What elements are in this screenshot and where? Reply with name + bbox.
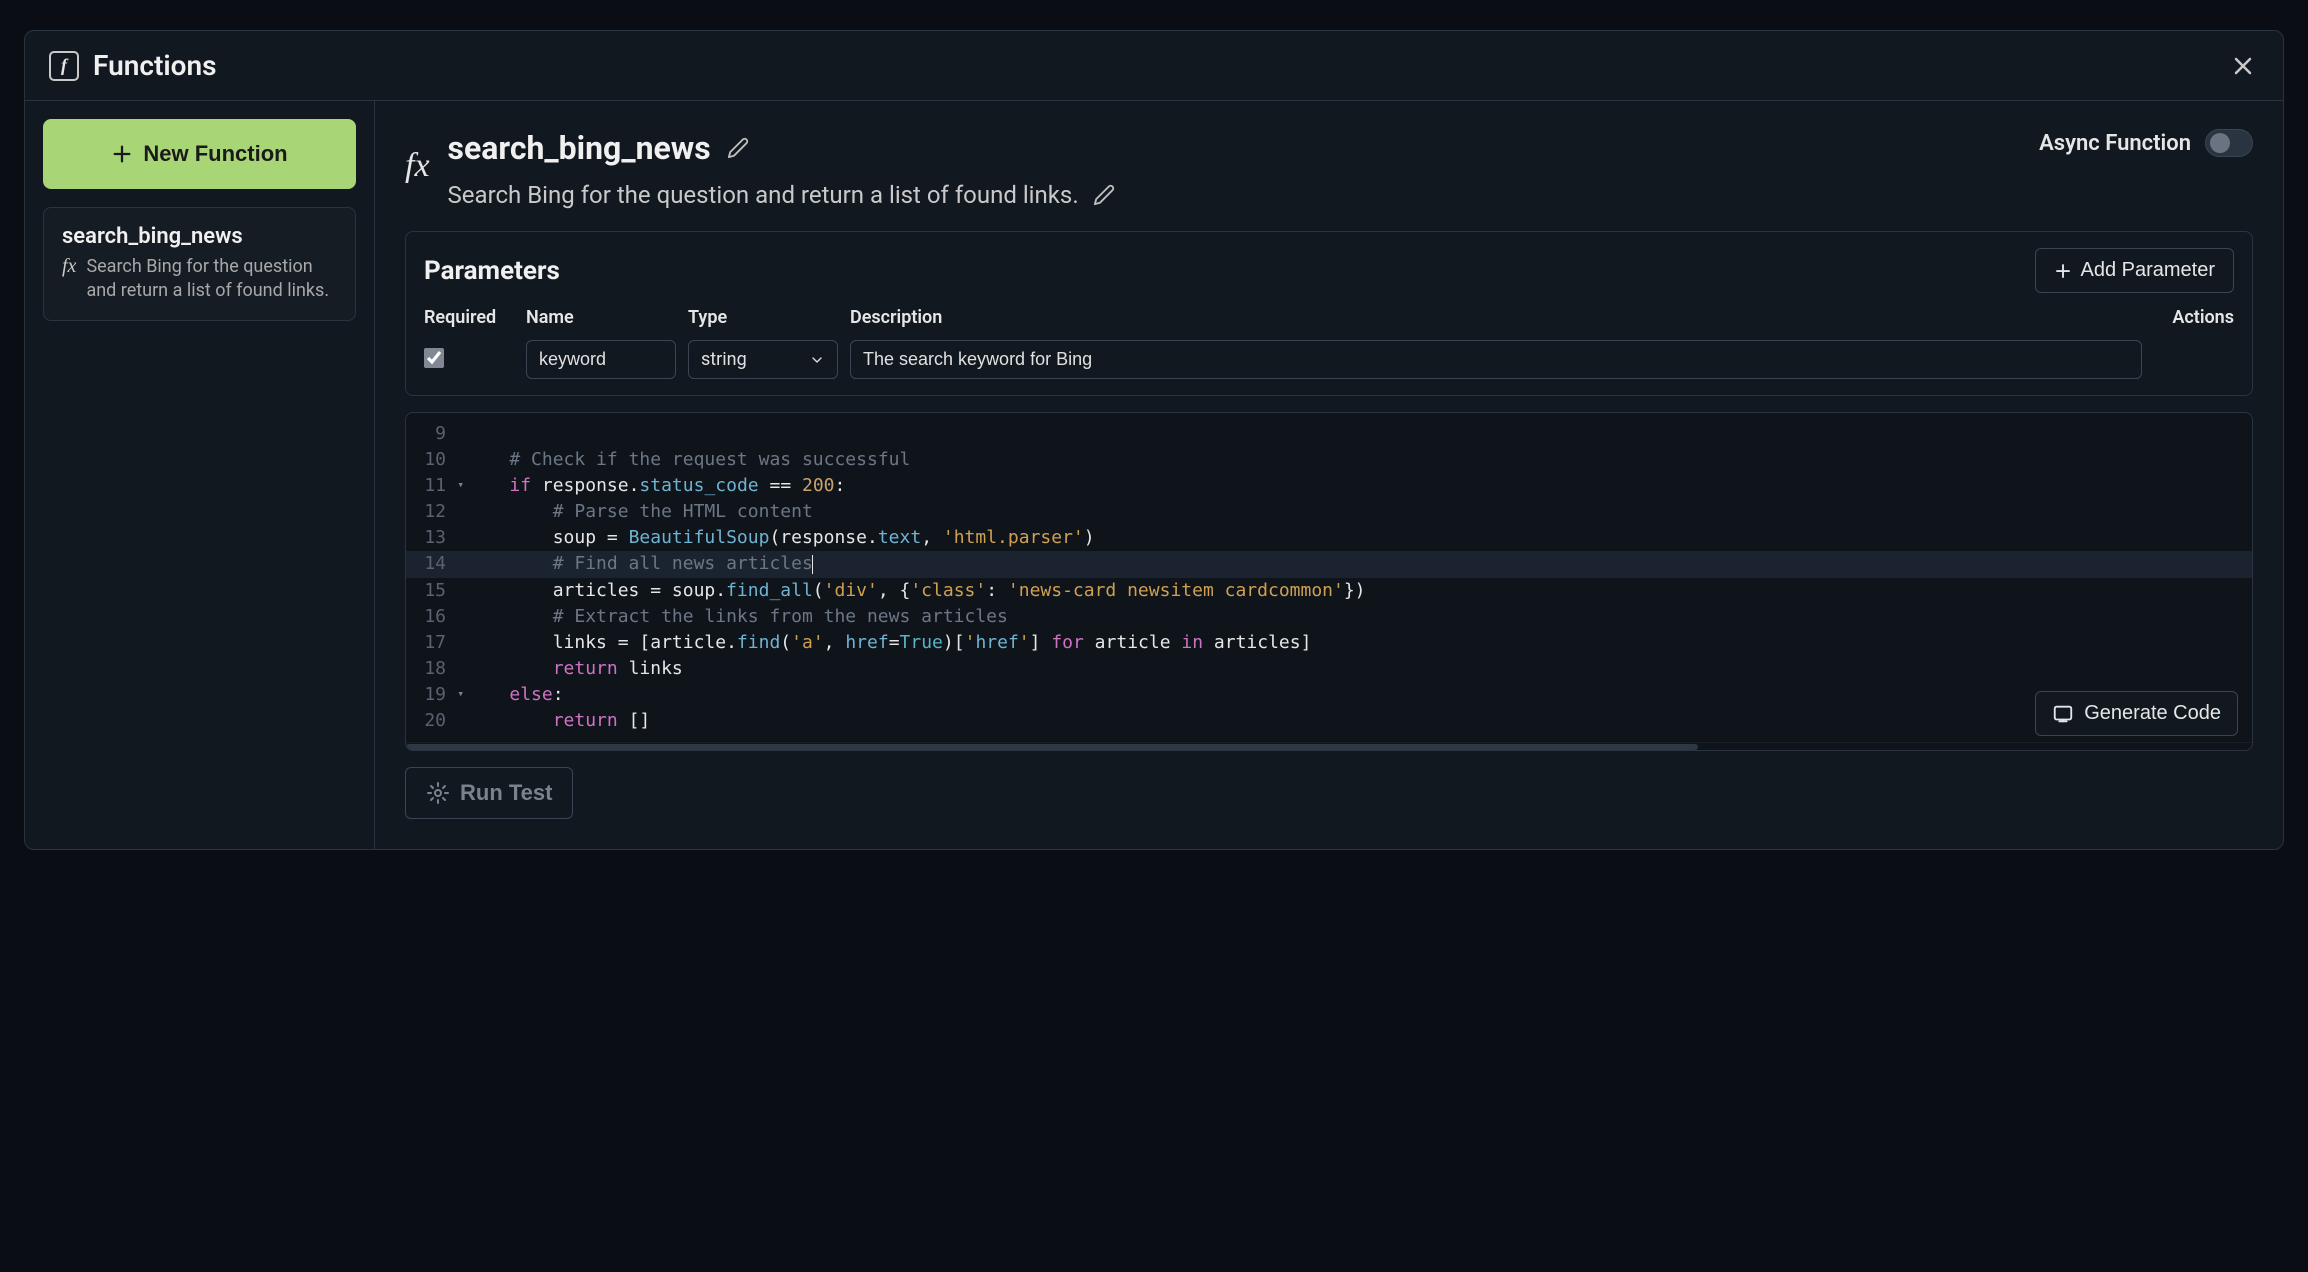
- pencil-icon: [1093, 184, 1115, 206]
- code-line[interactable]: 13 soup = BeautifulSoup(response.text, '…: [406, 525, 2252, 551]
- pencil-icon: [727, 137, 749, 159]
- close-icon: [2231, 54, 2255, 78]
- param-required-checkbox[interactable]: [424, 348, 444, 368]
- async-function-label: Async Function: [2039, 131, 2191, 156]
- new-function-label: New Function: [143, 141, 287, 167]
- code-editor[interactable]: 910 # Check if the request was successfu…: [405, 412, 2253, 751]
- code-line[interactable]: 20 return []: [406, 708, 2252, 734]
- function-item-description: Search Bing for the question and return …: [86, 255, 337, 304]
- code-line[interactable]: 9: [406, 421, 2252, 447]
- scrollbar-thumb[interactable]: [406, 744, 1698, 750]
- column-actions: Actions: [2154, 307, 2234, 328]
- parameters-title: Parameters: [424, 256, 560, 286]
- code-line[interactable]: 15 articles = soup.find_all('div', {'cla…: [406, 578, 2252, 604]
- fx-icon: f: [49, 51, 79, 81]
- param-type-value: string: [701, 349, 747, 370]
- function-list-item[interactable]: search_bing_news fx Search Bing for the …: [43, 207, 356, 321]
- column-type: Type: [688, 307, 838, 328]
- param-name-input[interactable]: [526, 340, 676, 379]
- edit-name-button[interactable]: [727, 137, 749, 159]
- functions-modal: f Functions New Function search_bing_new…: [24, 30, 2284, 850]
- code-line[interactable]: 12 # Parse the HTML content: [406, 499, 2252, 525]
- function-name: search_bing_news: [448, 129, 711, 167]
- fold-icon[interactable]: ▾: [457, 686, 464, 702]
- generate-code-button[interactable]: Generate Code: [2035, 691, 2238, 736]
- param-type-select[interactable]: string: [688, 340, 838, 379]
- functions-sidebar: New Function search_bing_news fx Search …: [25, 101, 375, 849]
- run-test-label: Run Test: [460, 780, 552, 806]
- close-button[interactable]: [2227, 50, 2259, 82]
- column-description: Description: [850, 307, 2142, 328]
- code-line[interactable]: 17 links = [article.find('a', href=True)…: [406, 630, 2252, 656]
- chevron-down-icon: [809, 352, 825, 368]
- code-line[interactable]: 10 # Check if the request was successful: [406, 447, 2252, 473]
- plus-icon: [2054, 262, 2072, 280]
- param-description-input[interactable]: [850, 340, 2142, 379]
- column-name: Name: [526, 307, 676, 328]
- fold-icon[interactable]: ▾: [457, 477, 464, 493]
- code-line[interactable]: 11▾ if response.status_code == 200:: [406, 473, 2252, 499]
- edit-description-button[interactable]: [1093, 184, 1115, 206]
- add-parameter-button[interactable]: Add Parameter: [2035, 248, 2234, 293]
- function-description: Search Bing for the question and return …: [448, 181, 1079, 209]
- function-detail-panel: fx search_bing_news Search Bing for the …: [375, 101, 2283, 849]
- async-toggle[interactable]: [2205, 129, 2253, 157]
- column-required: Required: [424, 307, 514, 328]
- new-function-button[interactable]: New Function: [43, 119, 356, 189]
- horizontal-scrollbar[interactable]: [406, 742, 2252, 750]
- code-line[interactable]: 14 # Find all news articles: [406, 551, 2252, 577]
- parameters-section: Parameters Add Parameter Required Name T…: [405, 231, 2253, 396]
- debug-icon: [426, 781, 450, 805]
- code-line[interactable]: 18 return links: [406, 656, 2252, 682]
- add-parameter-label: Add Parameter: [2080, 259, 2215, 282]
- modal-title: Functions: [93, 49, 217, 82]
- run-test-button[interactable]: Run Test: [405, 767, 573, 819]
- fx-icon: fx: [62, 255, 76, 304]
- code-gen-icon: [2052, 703, 2074, 725]
- code-line[interactable]: 19▾ else:: [406, 682, 2252, 708]
- generate-code-label: Generate Code: [2084, 702, 2221, 725]
- toggle-knob: [2210, 133, 2230, 153]
- modal-header: f Functions: [25, 31, 2283, 101]
- plus-icon: [111, 143, 133, 165]
- code-line[interactable]: 16 # Extract the links from the news art…: [406, 604, 2252, 630]
- fx-icon: fx: [405, 147, 430, 209]
- function-item-name: search_bing_news: [62, 224, 243, 249]
